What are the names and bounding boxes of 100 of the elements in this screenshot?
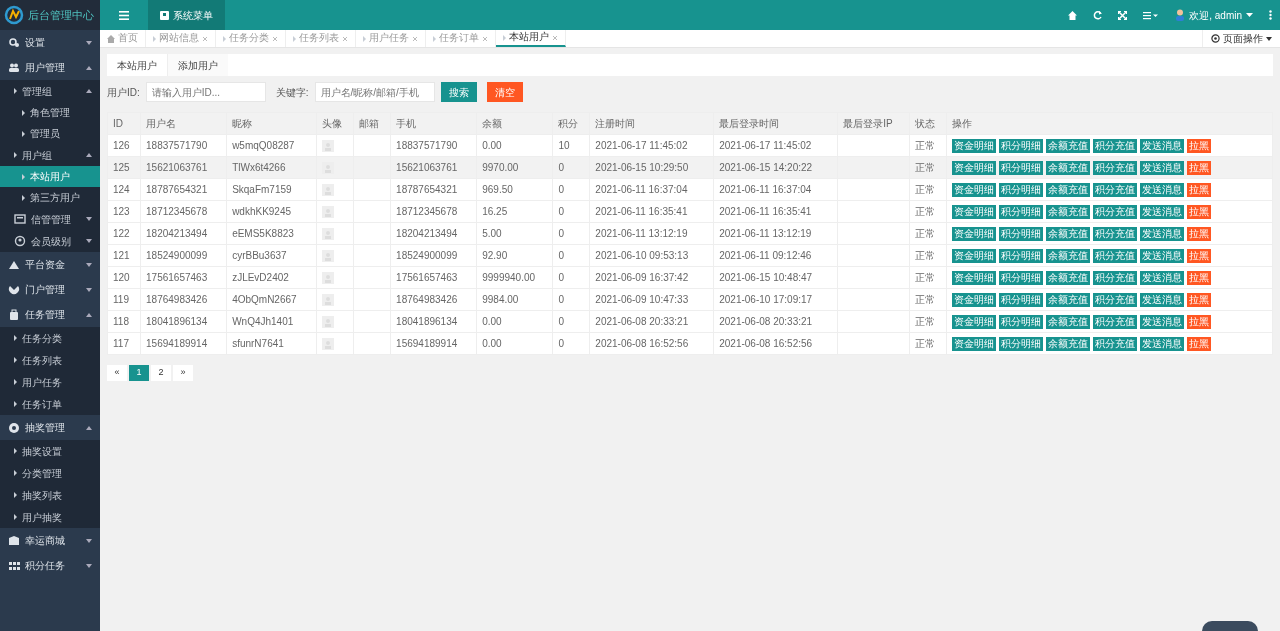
action-button[interactable]: 积分明细 <box>999 337 1044 351</box>
user-menu[interactable]: 欢迎, admin <box>1189 7 1242 23</box>
action-button[interactable]: 拉黑 <box>1187 337 1212 351</box>
action-button[interactable]: 发送消息 <box>1140 227 1185 241</box>
action-button[interactable]: 余额充值 <box>1046 293 1091 307</box>
sidebar-item[interactable]: 管理员 <box>0 123 100 144</box>
action-button[interactable]: 发送消息 <box>1140 315 1185 329</box>
action-button[interactable]: 拉黑 <box>1187 249 1212 263</box>
action-button[interactable]: 余额充值 <box>1046 139 1091 153</box>
action-button[interactable]: 发送消息 <box>1140 293 1185 307</box>
sidebar-item[interactable]: 用户抽奖 <box>0 506 100 528</box>
content-tab[interactable]: 添加用户 <box>168 54 228 76</box>
page-actions-menu[interactable]: 页面操作 <box>1202 30 1280 47</box>
sidebar-item[interactable]: 第三方用户 <box>0 187 100 208</box>
action-button[interactable]: 积分充值 <box>1093 337 1138 351</box>
action-button[interactable]: 发送消息 <box>1140 139 1185 153</box>
action-button[interactable]: 积分充值 <box>1093 227 1138 241</box>
table-cell: 2021-06-09 16:37:42 <box>589 266 714 289</box>
action-button[interactable]: 资金明细 <box>952 139 997 153</box>
action-button[interactable]: 积分充值 <box>1093 315 1138 329</box>
table-cell: 2021-06-15 10:48:47 <box>713 266 838 289</box>
action-button[interactable]: 余额充值 <box>1046 183 1091 197</box>
table-cell: eEMS5K8823 <box>226 222 317 245</box>
action-button[interactable]: 余额充值 <box>1046 271 1091 285</box>
action-button[interactable]: 积分明细 <box>999 293 1044 307</box>
sidebar-item[interactable]: 用户任务 <box>0 371 100 393</box>
sidebar-item[interactable]: 任务列表 <box>0 349 100 371</box>
sidebar-item[interactable]: 任务订单 <box>0 393 100 415</box>
action-button[interactable]: 发送消息 <box>1140 271 1185 285</box>
sidebar-item[interactable]: 管理组 <box>0 80 100 102</box>
action-button[interactable]: 资金明细 <box>952 227 997 241</box>
page-tab[interactable]: 任务订单 <box>426 30 496 47</box>
action-button[interactable]: 积分充值 <box>1093 161 1138 175</box>
action-button[interactable]: 积分明细 <box>999 139 1044 153</box>
action-button[interactable]: 积分明细 <box>999 315 1044 329</box>
table-cell: 126 <box>107 134 141 157</box>
sidebar-item[interactable]: 任务分类 <box>0 327 100 349</box>
action-button[interactable]: 积分明细 <box>999 183 1044 197</box>
action-button[interactable]: 资金明细 <box>952 183 997 197</box>
action-button[interactable]: 发送消息 <box>1140 161 1185 175</box>
action-button[interactable]: 积分充值 <box>1093 139 1138 153</box>
page-button[interactable]: 1 <box>129 365 149 381</box>
action-button[interactable]: 资金明细 <box>952 293 997 307</box>
action-button[interactable]: 积分充值 <box>1093 249 1138 263</box>
action-button[interactable]: 发送消息 <box>1140 249 1185 263</box>
sidebar-item[interactable]: 抽奖列表 <box>0 484 100 506</box>
action-button[interactable]: 余额充值 <box>1046 315 1091 329</box>
action-button[interactable]: 资金明细 <box>952 315 997 329</box>
sidebar-item[interactable]: 会员级别 <box>0 230 100 252</box>
action-button[interactable]: 积分明细 <box>999 271 1044 285</box>
action-button[interactable]: 余额充值 <box>1046 161 1091 175</box>
sidebar-item[interactable]: 用户组 <box>0 144 100 166</box>
sidebar-item[interactable]: 信管管理 <box>0 208 100 230</box>
column-header: 最后登录时间 <box>713 112 838 135</box>
action-button[interactable]: 发送消息 <box>1140 183 1185 197</box>
action-button[interactable]: 拉黑 <box>1187 227 1212 241</box>
action-button[interactable]: 积分充值 <box>1093 293 1138 307</box>
action-button[interactable]: 积分充值 <box>1093 183 1138 197</box>
action-button[interactable]: 资金明细 <box>952 271 997 285</box>
action-button[interactable]: 余额充值 <box>1046 227 1091 241</box>
action-button[interactable]: 积分明细 <box>999 161 1044 175</box>
action-button[interactable]: 资金明细 <box>952 205 997 219</box>
page-tab[interactable]: 用户任务 <box>356 30 426 47</box>
search-button[interactable]: 搜索 <box>440 82 477 102</box>
action-button[interactable]: 拉黑 <box>1187 139 1212 153</box>
page-tab[interactable]: 任务列表 <box>286 30 356 47</box>
sidebar-item[interactable]: 角色管理 <box>0 102 100 123</box>
menu-tab[interactable]: 系统菜单 <box>148 0 225 30</box>
sidebar-item[interactable]: 分类管理 <box>0 462 100 484</box>
action-button[interactable]: 拉黑 <box>1187 271 1212 285</box>
action-button[interactable]: 余额充值 <box>1046 205 1091 219</box>
page-tab[interactable]: 任务分类 <box>216 30 286 47</box>
action-button[interactable]: 拉黑 <box>1187 183 1212 197</box>
action-button[interactable]: 发送消息 <box>1140 337 1185 351</box>
action-button[interactable]: 积分明细 <box>999 205 1044 219</box>
action-button[interactable]: 资金明细 <box>952 337 997 351</box>
action-button[interactable]: 余额充值 <box>1046 249 1091 263</box>
action-button[interactable]: 发送消息 <box>1140 205 1185 219</box>
page-button[interactable]: « <box>107 365 127 381</box>
action-button[interactable]: 拉黑 <box>1187 205 1212 219</box>
action-button[interactable]: 积分明细 <box>999 227 1044 241</box>
sidebar-item[interactable]: 抽奖设置 <box>0 440 100 462</box>
sidebar-item[interactable]: 本站用户 <box>0 166 100 187</box>
page-tab[interactable]: 首页 <box>100 30 146 47</box>
action-button[interactable]: 拉黑 <box>1187 161 1212 175</box>
action-button[interactable]: 积分充值 <box>1093 271 1138 285</box>
keyword-field[interactable]: 用户名/昵称/邮箱/手机 <box>314 82 435 102</box>
action-button[interactable]: 拉黑 <box>1187 293 1212 307</box>
action-button[interactable]: 拉黑 <box>1187 315 1212 329</box>
action-button[interactable]: 资金明细 <box>952 249 997 263</box>
page-tab[interactable]: 网站信息 <box>146 30 216 47</box>
page-button[interactable]: 2 <box>151 365 171 381</box>
action-button[interactable]: 积分充值 <box>1093 205 1138 219</box>
page-button[interactable]: » <box>173 365 193 381</box>
clear-button[interactable]: 清空 <box>486 82 523 102</box>
action-button[interactable]: 资金明细 <box>952 161 997 175</box>
page-tab[interactable]: 本站用户 <box>496 30 566 47</box>
action-button[interactable]: 余额充值 <box>1046 337 1091 351</box>
user-id-field[interactable]: 请输入用户ID... <box>145 82 266 102</box>
action-button[interactable]: 积分明细 <box>999 249 1044 263</box>
